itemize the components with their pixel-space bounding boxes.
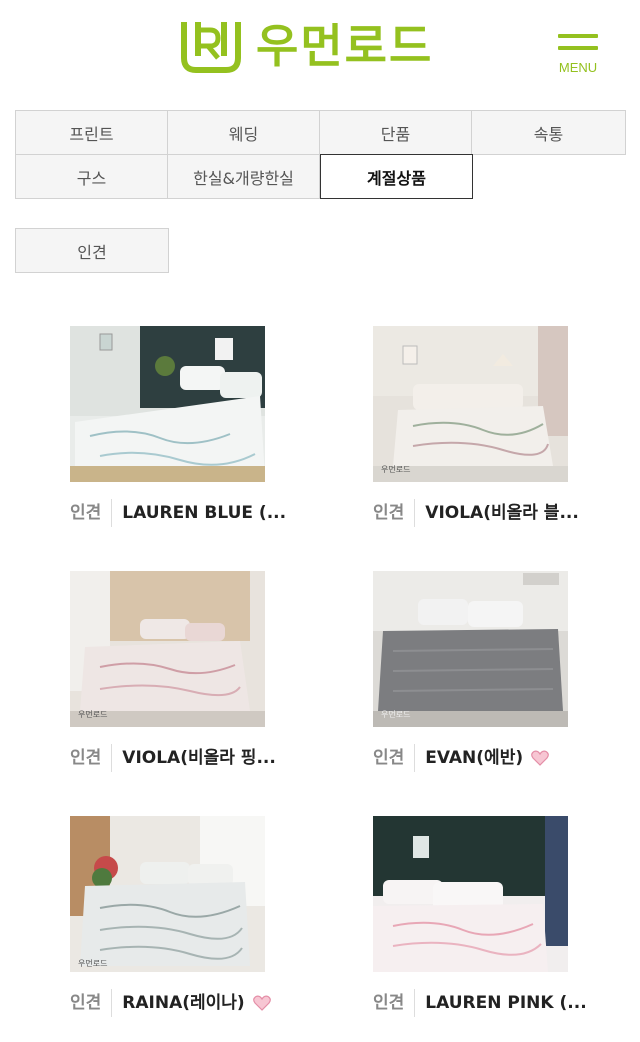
svg-text:우먼로드: 우먼로드 (381, 709, 410, 719)
menu-label: MENU (558, 60, 598, 75)
product-category: 인견 (70, 989, 113, 1017)
subcategory-tab-ingyeon[interactable]: 인견 (15, 228, 169, 273)
category-tab-hansil[interactable]: 한실&개량한실 (167, 154, 320, 199)
heart-icon[interactable] (531, 750, 549, 766)
heart-icon[interactable] (252, 995, 271, 1011)
product-image[interactable]: 우먼로드 (373, 571, 568, 727)
product-caption: 인견 RAINA(레이나) (70, 988, 310, 1018)
logo-mark-icon (181, 22, 241, 73)
product-category: 인견 (373, 499, 416, 527)
menu-icon-line (558, 46, 598, 50)
category-tab-seasonal[interactable]: 계절상품 (320, 154, 473, 199)
product-caption: 인견 LAUREN BLUE (... (70, 498, 310, 528)
product-category: 인견 (373, 989, 416, 1017)
product-name[interactable]: VIOLA(비올라 핑... (112, 744, 276, 772)
product-category: 인견 (70, 499, 113, 527)
product-name[interactable]: VIOLA(비올라 블... (415, 499, 579, 527)
category-tab-print[interactable]: 프린트 (15, 110, 168, 155)
product-category: 인견 (70, 744, 113, 772)
product-category: 인견 (373, 744, 416, 772)
category-nav: 프린트 웨딩 단품 속통 구스 한실&개량한실 계절상품 (15, 110, 626, 199)
product-name[interactable]: LAUREN BLUE (... (112, 499, 286, 527)
product-card[interactable]: 우먼로드 인견 EVAN(에반) (373, 571, 573, 781)
product-caption: 인견 LAUREN PINK (... (373, 988, 613, 1018)
product-image[interactable] (373, 816, 568, 972)
product-caption: 인견 VIOLA(비올라 블... (373, 498, 613, 528)
svg-text:우먼로드: 우먼로드 (381, 464, 410, 474)
site-header: 우먼로드 MENU (0, 0, 640, 90)
menu-button[interactable]: MENU (552, 30, 604, 80)
product-card[interactable]: 우먼로드 인견 VIOLA(비올라 블... (373, 326, 579, 536)
svg-text:우먼로드: 우먼로드 (78, 709, 107, 719)
product-image[interactable]: 우먼로드 (373, 326, 568, 482)
product-caption: 인견 EVAN(에반) (373, 743, 613, 773)
category-tab-wedding[interactable]: 웨딩 (167, 110, 320, 155)
product-image[interactable]: 우먼로드 (70, 816, 265, 972)
product-card[interactable]: 우먼로드 인견 RAINA(레이나) (70, 816, 271, 1026)
product-card[interactable]: 인견 LAUREN BLUE (... (70, 326, 286, 536)
brand-name: 우먼로드 (256, 19, 434, 73)
product-card[interactable]: 우먼로드 인견 VIOLA(비올라 핑... (70, 571, 276, 781)
product-image[interactable] (70, 326, 265, 482)
menu-icon (558, 34, 598, 38)
product-name[interactable]: EVAN(에반) (415, 744, 523, 772)
product-image[interactable]: 우먼로드 (70, 571, 265, 727)
product-name[interactable]: LAUREN PINK (... (415, 989, 586, 1017)
category-tab-goose[interactable]: 구스 (15, 154, 168, 199)
svg-text:우먼로드: 우먼로드 (78, 958, 107, 968)
category-tab-inner[interactable]: 속통 (471, 110, 626, 155)
product-card[interactable]: 인견 LAUREN PINK (... (373, 816, 587, 1026)
category-tab-single[interactable]: 단품 (319, 110, 472, 155)
brand-logo[interactable]: 우먼로드 (180, 18, 433, 74)
product-name[interactable]: RAINA(레이나) (112, 989, 244, 1017)
product-caption: 인견 VIOLA(비올라 핑... (70, 743, 310, 773)
